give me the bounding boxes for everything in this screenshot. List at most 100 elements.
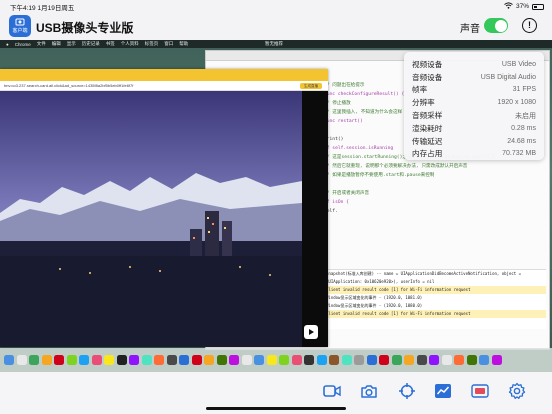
dock-app-icon: [416, 355, 427, 365]
chart-icon: [435, 384, 451, 398]
info-label: 渲染耗时: [412, 123, 443, 133]
app-logo: 客户端: [9, 15, 31, 37]
dock-app-icon: [229, 355, 239, 365]
stats-button[interactable]: [432, 380, 454, 402]
dock-app-icon: [241, 355, 252, 365]
code-line: if isOn {: [324, 200, 349, 205]
code-line: self.: [324, 209, 338, 214]
dock-app-icon: [466, 355, 477, 365]
dock-app-icon: [16, 355, 27, 365]
browser-address-bar: tmv.oo3.237.search-card.all.click&ad_sou…: [0, 81, 328, 91]
info-row-render-time: 渲染耗时 0.28 ms: [412, 122, 536, 135]
info-row-resolution: 分辨率 1920 x 1080: [412, 96, 536, 109]
dock-app-icon: [104, 355, 114, 365]
menubar-center: 暂无推荐: [265, 41, 283, 46]
info-row-memory: 内存占用 70.732 MB: [412, 148, 536, 161]
mac-dock: [0, 348, 552, 372]
record-video-button[interactable]: [321, 380, 343, 402]
crosshair-button[interactable]: [396, 380, 418, 402]
dock-app-icon: [216, 355, 227, 365]
dock-app-icon: [454, 355, 464, 365]
menubar-item: 书签: [105, 41, 115, 46]
dock-app-icon: [179, 355, 189, 365]
menubar-item: 文件: [36, 41, 46, 46]
dock-app-icon: [266, 355, 277, 365]
menubar-item: 编辑: [51, 41, 61, 46]
dock-app-icon: [54, 355, 64, 365]
info-label: 音频设备: [412, 72, 443, 82]
info-row-framerate: 帧率 31 FPS: [412, 84, 536, 97]
menubar-item: 显示: [66, 41, 76, 46]
info-label: 传输延迟: [412, 136, 443, 146]
dock-app-icon: [154, 355, 164, 365]
menubar-item: 窗口: [164, 41, 174, 46]
menubar-item: 帮助: [179, 41, 189, 46]
dock-app-icon: [129, 355, 139, 365]
dock-app-icon: [191, 355, 202, 365]
browser-url: tmv.oo3.237.search-card.all.click&ad_sou…: [4, 83, 134, 88]
dock-app-icon: [141, 355, 152, 365]
info-value: 未启用: [515, 112, 536, 120]
dock-app-icon: [4, 355, 14, 365]
info-label: 内存占用: [412, 149, 443, 159]
browser-action-button: 生成直播: [300, 83, 322, 89]
dock-app-icon: [304, 355, 314, 365]
city-night-scene: [0, 91, 302, 347]
info-value: USB Video: [501, 60, 536, 68]
browser-tabbar: [0, 69, 328, 81]
hdmi-button[interactable]: [469, 380, 491, 402]
dock-app-icon: [479, 355, 489, 365]
info-value: 0.28 ms: [511, 124, 536, 132]
dock-app-icon: [341, 355, 352, 365]
dock-app-icon: [254, 355, 264, 365]
hdmi-icon: [471, 384, 489, 398]
dock-app-icon: [379, 355, 389, 365]
info-value: USB Digital Audio: [480, 73, 536, 81]
info-row-latency: 传输延迟 24.68 ms: [412, 135, 536, 148]
dock-app-icon: [441, 355, 452, 365]
sound-toggle[interactable]: [484, 18, 508, 33]
mac-menubar: ● Chrome 文件 编辑 显示 历史记录 书签 个人资料 标签页 窗口 帮助…: [0, 40, 552, 48]
gear-icon: [508, 382, 526, 399]
browser-window: tmv.oo3.237.search-card.all.click&ad_sou…: [0, 69, 328, 347]
dock-app-icon: [366, 355, 377, 365]
snapshot-button[interactable]: [358, 380, 380, 402]
dock-app-icon: [329, 355, 339, 365]
dock-app-icon: [279, 355, 289, 365]
video-frame: [0, 91, 302, 347]
stream-info-panel: 视频设备 USB Video 音频设备 USB Digital Audio 帧率…: [404, 52, 544, 160]
status-right: 37%: [504, 2, 544, 11]
dock-app-icon: [91, 355, 102, 365]
info-value: 1920 x 1080: [497, 99, 536, 107]
dock-app-icon: [204, 355, 214, 365]
video-camera-icon: [323, 385, 341, 397]
console-line: Client invalid result code [1] for Wi-Fi…: [326, 286, 546, 294]
dock-app-icon: [404, 355, 414, 365]
dock-app-icon: [79, 355, 89, 365]
info-value: 31 FPS: [512, 86, 536, 94]
camera-icon: [361, 384, 377, 398]
code-line: // 然后它就重现, 说明那个必须要解决办法, 只需改成默认开启声音: [324, 164, 468, 169]
info-button[interactable]: !: [522, 18, 537, 33]
crosshair-icon: [399, 383, 415, 399]
battery-percent: 37%: [515, 3, 529, 10]
console-line: <UIApplication: 0x10620e920>), userInfo …: [326, 279, 435, 284]
dock-app-icon: [316, 355, 327, 365]
wifi-icon: [504, 2, 513, 11]
menubar-item: 标签页: [144, 41, 159, 46]
dock-app-icon: [391, 355, 402, 365]
settings-button[interactable]: [506, 380, 528, 402]
info-row-audio-device: 音频设备 USB Digital Audio: [412, 71, 536, 84]
menubar-item: Chrome: [14, 41, 31, 47]
info-label: 帧率: [412, 85, 428, 95]
home-indicator: [206, 407, 346, 410]
console-line: Client invalid result code [1] for Wi-Fi…: [326, 310, 546, 318]
code-line: {: [324, 180, 495, 189]
app-title: USB摄像头专业版: [36, 21, 134, 35]
info-label: 音频采样: [412, 111, 443, 121]
info-value: 24.68 ms: [507, 137, 536, 145]
menubar-item: 个人资料: [120, 41, 139, 46]
app-logo-text: 客户端: [12, 28, 28, 34]
video-side-strip: [302, 91, 328, 347]
console-line: Window显示区域变化的事件 - (1920.0, 1081.0): [326, 295, 423, 300]
